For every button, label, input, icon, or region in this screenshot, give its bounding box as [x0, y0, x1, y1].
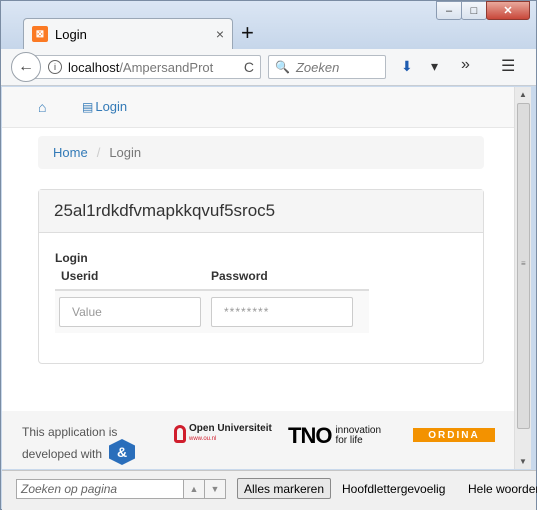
password-header: Password	[211, 269, 268, 283]
ou-name: Open Universiteit	[189, 423, 272, 434]
search-input[interactable]: 🔍 Zoeken	[268, 55, 386, 79]
password-input[interactable]: ********	[211, 297, 353, 327]
download-icon[interactable]: ⬇	[401, 58, 413, 75]
app-navbar: ⌂ ▤ Login	[2, 87, 514, 128]
maximize-button[interactable]: □	[461, 1, 487, 20]
navigation-toolbar: ← i localhost/AmpersandProt C 🔍 Zoeken ⬇…	[1, 49, 536, 86]
info-icon[interactable]: i	[48, 60, 62, 74]
vertical-scrollbar[interactable]: ▲ ≡ ▼	[514, 87, 531, 469]
table-header: Userid Password	[55, 269, 369, 291]
browser-tab[interactable]: ⊠ Login ×	[23, 18, 233, 49]
search-icon: 🔍	[275, 60, 290, 74]
search-placeholder: Zoeken	[295, 59, 340, 75]
new-tab-button[interactable]: +	[241, 19, 254, 47]
breadcrumb-separator: /	[96, 145, 101, 160]
whole-words-option[interactable]: Hele woorden	[468, 482, 537, 496]
browser-window: – □ ✕ ⊠ Login × + ← i localhost/Ampersan…	[0, 0, 537, 510]
tno-tag-2: for life	[335, 435, 363, 446]
url-path: /AmpersandProt	[119, 59, 214, 75]
open-universiteit-logo: Open Universiteit www.ou.nl	[174, 423, 272, 445]
url-host: localhost	[68, 59, 120, 75]
find-next-button[interactable]: ▼	[204, 479, 226, 499]
overflow-icon[interactable]: »	[461, 56, 470, 74]
mark-all-button[interactable]: Alles markeren	[237, 478, 332, 499]
nav-login-link[interactable]: ▤ Login	[82, 99, 127, 114]
find-bar: Zoeken op pagina ▲ ▼ Alles markeren Hoof…	[2, 470, 537, 510]
title-bar: – □ ✕ ⊠ Login × +	[1, 1, 536, 49]
back-button[interactable]: ←	[11, 52, 41, 82]
page-footer: This application is developed with & Ope…	[2, 411, 514, 469]
ou-mark-icon	[174, 425, 186, 443]
scroll-up-icon[interactable]: ▲	[519, 90, 527, 99]
reload-icon[interactable]: C	[244, 59, 254, 75]
footer-line-2: developed with	[22, 447, 103, 461]
find-arrows: ▲ ▼	[183, 479, 226, 499]
form-label: Login	[55, 251, 88, 265]
ordina-logo: ORDINA	[413, 428, 495, 442]
userid-input[interactable]: Value	[59, 297, 201, 327]
table-row: Value ********	[55, 291, 369, 333]
ou-url: www.ou.nl	[189, 436, 217, 442]
list-icon: ▤	[82, 99, 94, 114]
dropdown-icon[interactable]: ▾	[431, 58, 438, 75]
tab-title: Login	[55, 26, 87, 42]
scroll-grip-icon: ≡	[521, 259, 526, 268]
find-input[interactable]: Zoeken op pagina	[16, 479, 184, 499]
match-case-option[interactable]: Hoofdlettergevoelig	[342, 482, 445, 496]
close-window-button[interactable]: ✕	[486, 1, 530, 20]
tab-close-icon[interactable]: ×	[216, 26, 224, 42]
find-previous-button[interactable]: ▲	[183, 479, 205, 499]
menu-icon[interactable]: ☰	[501, 56, 515, 76]
window-controls: – □ ✕	[436, 1, 530, 20]
breadcrumb: Home / Login	[38, 136, 484, 169]
scrollbar-thumb[interactable]: ≡	[517, 103, 530, 429]
breadcrumb-current: Login	[109, 145, 142, 160]
home-icon[interactable]: ⌂	[38, 99, 46, 115]
scroll-down-icon[interactable]: ▼	[519, 457, 527, 466]
xampp-logo-icon: ⊠	[32, 26, 48, 42]
nav-login-label: Login	[95, 99, 128, 114]
userid-header: Userid	[61, 269, 99, 283]
tno-logo: TNO innovation for life	[288, 423, 381, 449]
panel-body: Login Userid Password Value ********	[39, 233, 483, 333]
tno-name: TNO	[288, 423, 332, 448]
footer-text: This application is developed with	[22, 421, 117, 465]
page-viewport: ⌂ ▤ Login Home / Login 25al1rdkdfvmapkkq…	[2, 87, 514, 469]
breadcrumb-home-link[interactable]: Home	[53, 145, 88, 160]
panel-heading: 25al1rdkdfvmapkkqvuf5sroc5	[39, 190, 483, 233]
footer-line-1: This application is	[22, 425, 118, 439]
login-table: Userid Password Value ********	[55, 269, 369, 333]
login-panel: 25al1rdkdfvmapkkqvuf5sroc5 Login Userid …	[38, 189, 484, 364]
url-bar[interactable]: i localhost/AmpersandProt C	[27, 55, 261, 79]
minimize-button[interactable]: –	[436, 1, 462, 20]
